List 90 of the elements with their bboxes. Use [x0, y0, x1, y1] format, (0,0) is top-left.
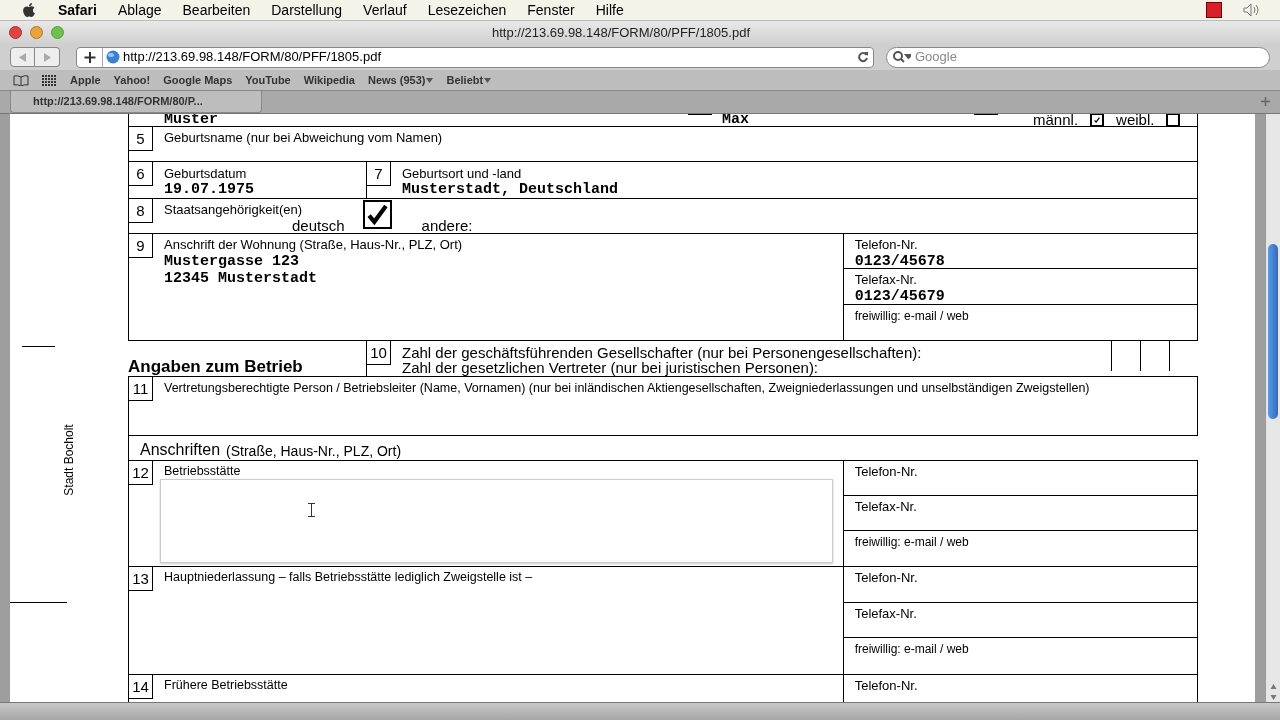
search-field[interactable]: Google [885, 46, 1270, 68]
field-label: Telefax-Nr. [854, 498, 918, 515]
field-label: Hauptniederlassung – falls Betriebsstätte lediglich Zweigstelle ist – [164, 569, 533, 585]
option-label: deutsch [292, 218, 345, 234]
field-value: 0123/45678 [854, 253, 946, 270]
field-label: Telefax-Nr. [854, 272, 918, 288]
checkmark-icon [366, 204, 388, 225]
search-icon [892, 51, 911, 63]
field-number: 11 [129, 377, 153, 401]
back-arrow-icon [18, 52, 27, 62]
field-number: 10 [367, 341, 391, 365]
new-tab-icon[interactable] [1261, 97, 1270, 106]
checkbox[interactable] [362, 200, 392, 229]
forward-arrow-icon [43, 52, 51, 62]
forward-button[interactable] [35, 47, 60, 67]
checkmark-icon [1094, 117, 1101, 123]
field-label: Zahl der gesetzlichen Vertreter (nur bei juristischen Personen): [402, 360, 819, 375]
apple-icon[interactable] [21, 2, 37, 18]
field-number: 8 [129, 199, 153, 223]
section-hint: (Straße, Haus-Nr., PLZ, Ort) [226, 442, 402, 460]
field-value: 12345 Musterstadt [164, 270, 319, 287]
menu-item[interactable]: Lesezeichen [427, 0, 507, 21]
field-label: freiwillig: e-mail / web [854, 308, 970, 324]
field-number: 12 [129, 461, 153, 485]
field-number: 9 [129, 234, 153, 258]
field-label: Telefon-Nr. [854, 464, 919, 480]
scrollbar[interactable] [1265, 114, 1280, 702]
section-title: Anschriften [140, 440, 221, 460]
window-title: http://213.69.98.148/FORM/80/PFF/1805.pdf [492, 23, 750, 42]
search-placeholder: Google [914, 48, 957, 67]
section-title: Angaben zum Betrieb [128, 357, 303, 377]
menu-item[interactable]: Bearbeiten [182, 0, 251, 21]
grid-icon[interactable] [42, 74, 57, 86]
book-icon[interactable] [13, 74, 29, 86]
field-value: Musterstadt, Deutschland [402, 182, 619, 198]
reload-icon[interactable] [856, 51, 869, 63]
field-label: Geburtsdatum [164, 166, 248, 182]
menu-item[interactable]: Hilfe [595, 0, 624, 21]
browser-tab[interactable]: http://213.69.98.148/FORM/80/P... [10, 91, 262, 113]
volume-icon[interactable] [1243, 3, 1259, 17]
field-number: 5 [129, 127, 153, 151]
globe-icon [106, 50, 120, 64]
field-value: 19.07.1975 [164, 182, 254, 198]
text-input-field[interactable] [160, 479, 833, 563]
field-label: freiwillig: e-mail / web [854, 641, 970, 658]
field-label: Telefon-Nr. [854, 678, 919, 694]
menu-item[interactable]: Fenster [527, 0, 575, 21]
bookmark-link[interactable]: Apple [70, 71, 101, 89]
bookmark-link[interactable]: Google Maps [163, 71, 233, 89]
menu-item[interactable]: Ablage [117, 0, 162, 21]
menu-item[interactable]: Darstellung [271, 0, 343, 21]
menu-item[interactable]: Safari [58, 0, 97, 21]
field-label: Telefax-Nr. [854, 605, 918, 622]
bookmark-link[interactable]: News (953) [367, 71, 434, 89]
margin-label: Stadt Bocholt [61, 424, 77, 496]
field-number: 13 [129, 567, 153, 591]
field-label: Vertretungsberechtigte Person / Betriebsleiter (Name, Vornamen) (nur bei inländischen Aktiengesellschaften, Zweigniederlassungen und unselbständigen Zweigstellen) [164, 380, 1090, 397]
field-label: Anschrift der Wohnung (Straße, Haus-Nr., PLZ, Ort) [164, 237, 463, 253]
bookmark-link[interactable]: Beliebt [446, 71, 492, 89]
scrollbar-thumb[interactable] [1268, 244, 1278, 419]
bookmark-link[interactable]: YouTube [245, 71, 291, 89]
checkbox[interactable] [1166, 114, 1181, 127]
menu-item[interactable]: Verlauf [363, 0, 407, 21]
option-label: weibl. [1116, 114, 1155, 126]
field-label: Geburtsort und -land [402, 166, 523, 182]
field-value: 0123/45679 [854, 288, 946, 305]
address-text: http://213.69.98.148/FORM/80/PFF/1805.pdf [123, 48, 382, 67]
option-label: andere: [421, 218, 473, 234]
field-number: 6 [129, 162, 153, 186]
option-label: männl. [1033, 114, 1079, 126]
close-button[interactable] [9, 26, 22, 39]
address-field[interactable]: http://213.69.98.148/FORM/80/PFF/1805.pdf [76, 46, 874, 68]
field-label: Telefon-Nr. [854, 237, 919, 253]
minimize-button[interactable] [30, 26, 43, 39]
dropdown-caret-icon [484, 77, 492, 83]
field-label: Staatsangehörigkeit(en) [164, 202, 303, 218]
field-number: 7 [367, 162, 391, 186]
back-button[interactable] [10, 47, 35, 67]
field-label: Frühere Betriebsstätte [164, 677, 288, 693]
field-number: 14 [129, 675, 153, 699]
field-label: Telefon-Nr. [854, 570, 919, 586]
text-cursor-icon [308, 503, 315, 517]
field-label: Geburtsname (nur bei Abweichung vom Namen) [164, 130, 443, 147]
field-label: freiwillig: e-mail / web [854, 534, 970, 551]
bookmark-link[interactable]: Wikipedia [303, 71, 355, 89]
dropdown-caret-icon [426, 77, 434, 83]
checkbox[interactable] [1090, 114, 1105, 127]
field-label: Betriebsstätte [164, 463, 241, 479]
bookmark-link[interactable]: Yahoo! [113, 71, 151, 89]
field-value: Mustergasse 123 [164, 253, 301, 270]
